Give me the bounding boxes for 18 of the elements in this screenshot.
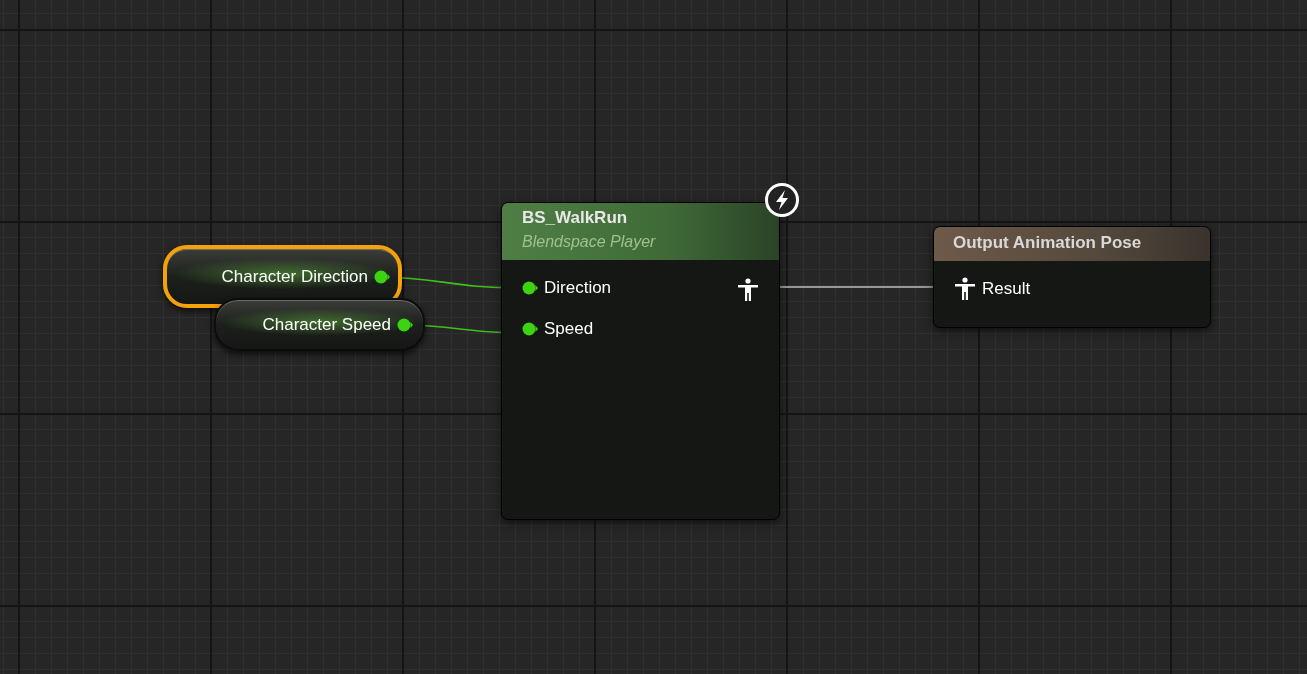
pin-label: Result xyxy=(982,279,1031,299)
node-title: BS_WalkRun xyxy=(522,208,629,228)
person-icon[interactable] xyxy=(954,277,976,301)
node-label: Character Speed xyxy=(262,314,391,335)
node-subtitle: Blendspace Player xyxy=(522,233,657,251)
node-label: Character Direction xyxy=(221,266,368,287)
pin-label: Speed xyxy=(544,319,594,339)
input-pin[interactable] xyxy=(522,281,538,295)
person-icon[interactable] xyxy=(737,278,759,302)
node-title: Output Animation Pose xyxy=(953,233,1142,252)
output-node[interactable]: Output Animation Pose Result xyxy=(933,226,1211,328)
variable-node[interactable]: Character Speed xyxy=(214,298,425,351)
output-pin[interactable] xyxy=(397,317,413,332)
blendspace-node[interactable]: BS_WalkRun Blendspace Player Direction Speed xyxy=(501,202,780,520)
output-pin[interactable] xyxy=(374,269,390,284)
pin-label: Direction xyxy=(544,278,612,298)
lightning-icon xyxy=(764,182,800,218)
input-pin[interactable] xyxy=(522,322,538,336)
